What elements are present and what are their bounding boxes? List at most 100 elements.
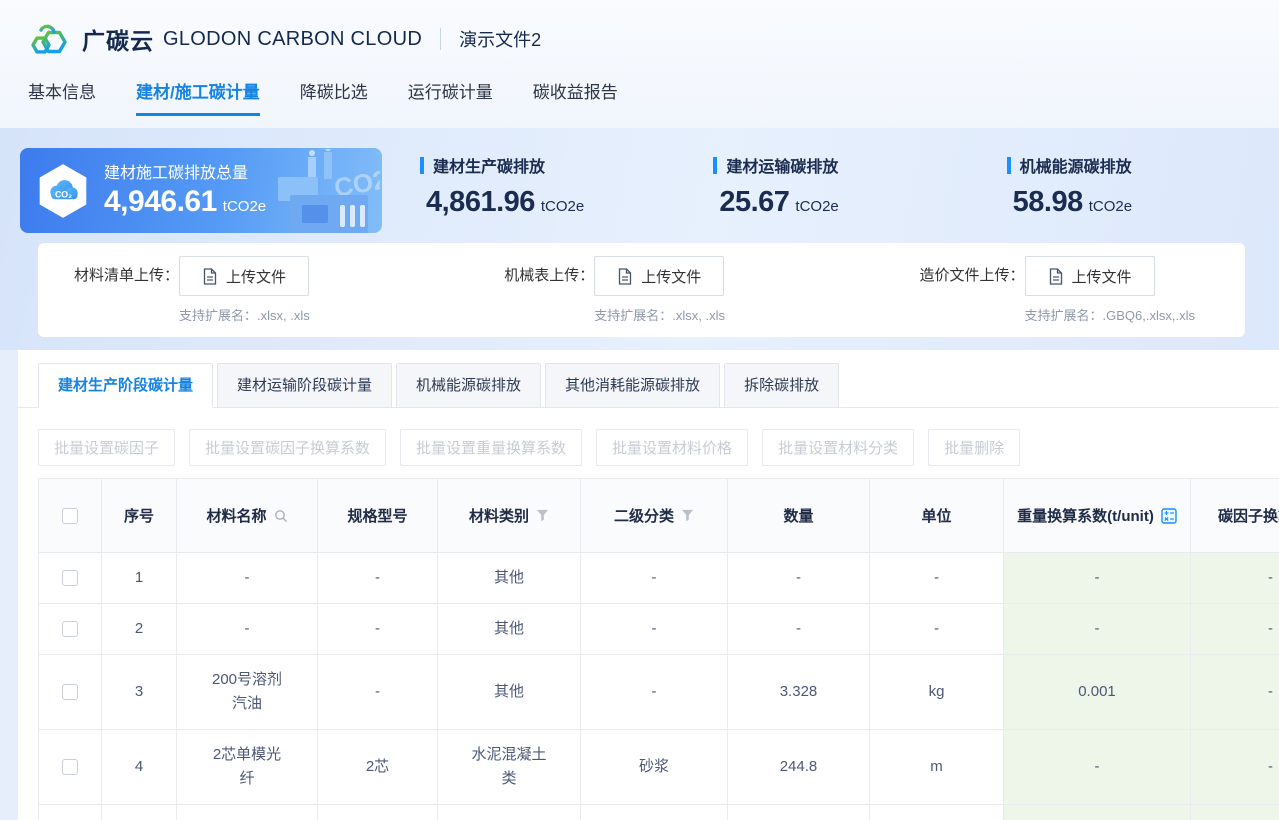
upload-card: 材料清单上传： 上传文件 支持扩展名：.xlsx, .xls 机械表上传： 上传…: [38, 243, 1245, 337]
row-checkbox-cell: [39, 553, 102, 604]
cell-subcategory: -: [581, 805, 728, 820]
filter-icon[interactable]: [536, 509, 549, 522]
cell-subcategory: 砂浆: [581, 730, 728, 805]
cell-weight-factor: 0.001: [1004, 655, 1191, 730]
nav-tab-material-construction-carbon[interactable]: 建材/施工碳计量: [136, 78, 260, 116]
cell-spec: -: [318, 655, 438, 730]
nav-tab-carbon-benefit-report[interactable]: 碳收益报告: [533, 78, 618, 116]
cell-carbon-factor: -: [1191, 604, 1279, 655]
batch-actions-row: 批量设置碳因子 批量设置碳因子换算系数 批量设置重量换算系数 批量设置材料价格 …: [38, 429, 1279, 466]
cell-unit: -: [870, 604, 1004, 655]
upload-group-material-list: 材料清单上传： 上传文件 支持扩展名：.xlsx, .xls: [74, 256, 310, 337]
batch-set-material-category-button[interactable]: 批量设置材料分类: [762, 429, 914, 466]
cell-unit: -: [870, 553, 1004, 604]
upload-button-label: 上传文件: [641, 266, 701, 287]
document-title: 演示文件2: [459, 26, 541, 52]
batch-set-carbon-factor-button[interactable]: 批量设置碳因子: [38, 429, 175, 466]
stat-accent-bar: [713, 157, 717, 174]
cell-quantity: -: [728, 805, 870, 820]
nav-tab-carbon-reduction-compare[interactable]: 降碳比选: [300, 78, 368, 116]
upload-button-label: 上传文件: [1072, 266, 1132, 287]
main-nav: 基本信息 建材/施工碳计量 降碳比选 运行碳计量 碳收益报告: [0, 78, 1279, 116]
header-col-category: 材料类别: [438, 479, 581, 553]
cell-name: -: [177, 553, 318, 604]
stat-material-production: 建材生产碳排放 4,861.96tCO2e: [382, 153, 675, 233]
row-checkbox[interactable]: [62, 759, 78, 775]
subtab-machinery-energy[interactable]: 机械能源碳排放: [396, 363, 541, 408]
filter-icon[interactable]: [681, 509, 694, 522]
cell-no: 5: [102, 805, 177, 820]
upload-cost-file-button[interactable]: 上传文件: [1025, 256, 1155, 296]
batch-set-carbon-factor-conversion-button[interactable]: 批量设置碳因子换算系数: [189, 429, 386, 466]
cell-quantity: 3.328: [728, 655, 870, 730]
subtab-material-production-stage[interactable]: 建材生产阶段碳计量: [38, 363, 213, 408]
stage-subtabs: 建材生产阶段碳计量 建材运输阶段碳计量 机械能源碳排放 其他消耗能源碳排放 拆除…: [18, 363, 1279, 408]
table-body: 1--其他-----2--其他-----3200号溶剂汽油-其他-3.328kg…: [39, 553, 1279, 820]
header-col-weight-factor: 重量换算系数(t/unit): [1004, 479, 1191, 553]
total-emission-value: 4,946.61tCO2e: [104, 186, 266, 223]
batch-set-weight-conversion-button[interactable]: 批量设置重量换算系数: [400, 429, 582, 466]
cell-carbon-factor: -: [1191, 805, 1279, 820]
total-emission-label: 建材施工碳排放总量: [104, 159, 266, 183]
cell-name: 2芯单模光纤: [177, 730, 318, 805]
header-checkbox-cell: [39, 479, 102, 553]
nav-tab-operation-carbon[interactable]: 运行碳计量: [408, 78, 493, 116]
subtab-other-energy[interactable]: 其他消耗能源碳排放: [545, 363, 720, 408]
subtab-demolition[interactable]: 拆除碳排放: [724, 363, 839, 408]
stat-label: 建材生产碳排放: [433, 153, 545, 177]
subtab-material-transport-stage[interactable]: 建材运输阶段碳计量: [217, 363, 392, 408]
cell-category: 其他: [438, 553, 581, 604]
stat-accent-bar: [1007, 157, 1011, 174]
stat-machinery-energy: 机械能源碳排放 58.98tCO2e: [969, 153, 1262, 233]
file-icon: [617, 268, 632, 285]
upload-hint: 支持扩展名：.GBQ6,.xlsx,.xls: [1025, 305, 1195, 324]
batch-set-material-price-button[interactable]: 批量设置材料价格: [596, 429, 748, 466]
row-checkbox[interactable]: [62, 570, 78, 586]
cell-carbon-factor: -: [1191, 730, 1279, 805]
batch-delete-button[interactable]: 批量删除: [928, 429, 1020, 466]
total-emission-card: CO₂ 建材施工碳排放总量 4,946.61tCO2e CO2: [20, 148, 382, 233]
upload-machinery-table-button[interactable]: 上传文件: [594, 256, 724, 296]
row-checkbox-cell: [39, 730, 102, 805]
row-checkbox[interactable]: [62, 684, 78, 700]
stat-material-transport: 建材运输碳排放 25.67tCO2e: [675, 153, 968, 233]
file-icon: [1048, 268, 1063, 285]
main-panel: 建材生产阶段碳计量 建材运输阶段碳计量 机械能源碳排放 其他消耗能源碳排放 拆除…: [18, 350, 1279, 820]
cell-category: 其他: [438, 604, 581, 655]
cell-unit: m: [870, 730, 1004, 805]
brand-name-cn: 广碳云: [82, 22, 154, 56]
table-header-row: 序号 材料名称 规格型号 材料类别 二级分类 数量 单位 重量换算系数(t/un…: [39, 479, 1279, 553]
select-all-checkbox[interactable]: [62, 508, 78, 524]
cell-spec: 2芯: [318, 730, 438, 805]
table-row: 5--水泥混凝土类-----: [39, 805, 1279, 820]
upload-material-list-button[interactable]: 上传文件: [179, 256, 309, 296]
table-row: 2--其他-----: [39, 604, 1279, 655]
stat-value: 25.67: [719, 186, 789, 218]
calculator-icon[interactable]: [1161, 508, 1177, 524]
table-row: 1--其他-----: [39, 553, 1279, 604]
nav-tab-basic-info[interactable]: 基本信息: [28, 78, 96, 116]
cell-weight-factor: -: [1004, 604, 1191, 655]
header-col-material-name: 材料名称: [177, 479, 318, 553]
cell-quantity: 244.8: [728, 730, 870, 805]
table-row: 3200号溶剂汽油-其他-3.328kg0.001-: [39, 655, 1279, 730]
cell-quantity: -: [728, 553, 870, 604]
brand-name-en: GLODON CARBON CLOUD: [163, 28, 422, 51]
row-checkbox[interactable]: [62, 621, 78, 637]
brand-row: 广碳云 GLODON CARBON CLOUD 演示文件2: [0, 0, 1279, 62]
search-icon[interactable]: [274, 509, 288, 523]
cell-name: -: [177, 805, 318, 820]
upload-label: 机械表上传：: [504, 256, 594, 337]
cell-carbon-factor: -: [1191, 655, 1279, 730]
cell-subcategory: -: [581, 553, 728, 604]
upload-group-cost-file: 造价文件上传： 上传文件 支持扩展名：.GBQ6,.xlsx,.xls: [920, 256, 1195, 337]
cell-unit: kg: [870, 655, 1004, 730]
cell-no: 2: [102, 604, 177, 655]
co2-hexagon-icon: CO₂: [34, 162, 92, 220]
file-icon: [202, 268, 217, 285]
stats-row: 建材生产碳排放 4,861.96tCO2e 建材运输碳排放 25.67tCO2e…: [382, 148, 1262, 233]
stat-unit: tCO2e: [795, 198, 838, 215]
stat-value: 58.98: [1013, 186, 1083, 218]
header-col-quantity: 数量: [728, 479, 870, 553]
page: 广碳云 GLODON CARBON CLOUD 演示文件2 基本信息 建材/施工…: [0, 0, 1279, 820]
